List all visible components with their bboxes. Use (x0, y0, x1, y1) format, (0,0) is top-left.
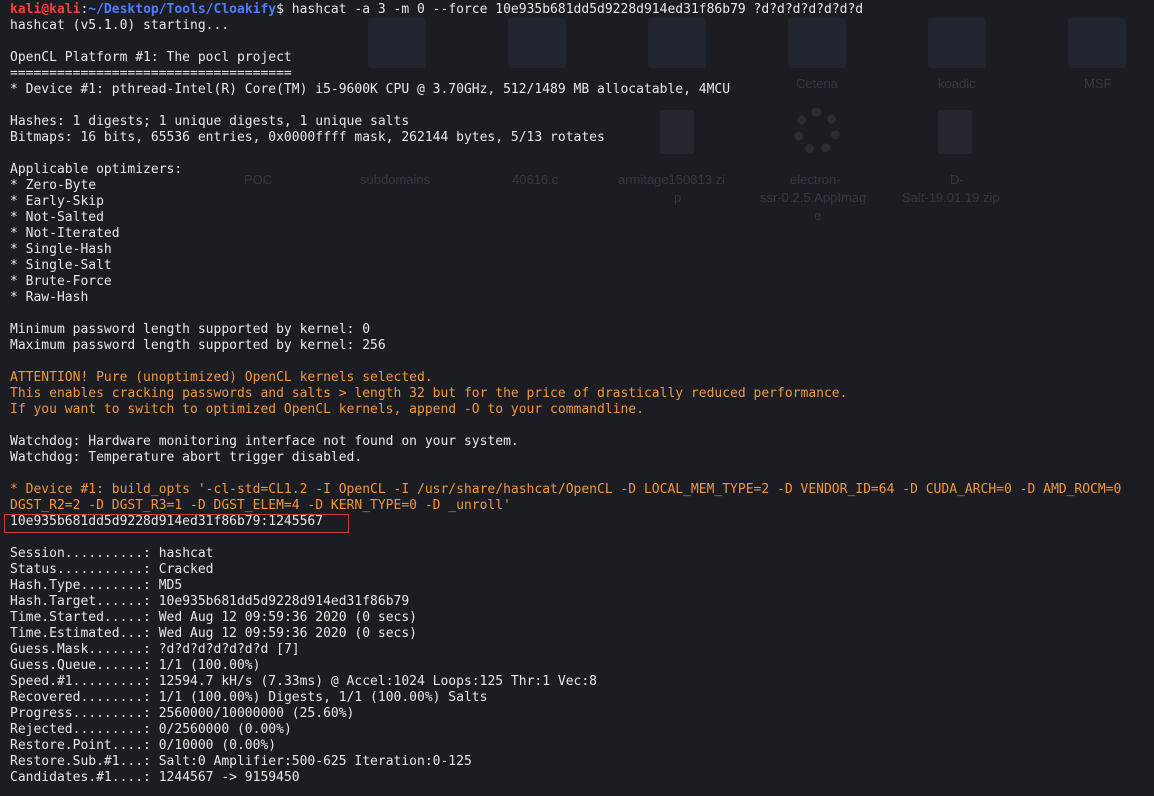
command-prompt-line: kali@kali:~/Desktop/Tools/Cloakify$ hash… (10, 2, 1152, 18)
status-key: Session..........: (10, 546, 159, 561)
status-key: Hash.Target......: (10, 594, 159, 609)
status-value: 2560000/10000000 (25.60%) (158, 706, 355, 721)
status-row: Rejected.........: 0/2560000 (0.00%) (10, 722, 1152, 738)
status-value: Cracked (158, 562, 214, 577)
status-value: 0/2560000 (0.00%) (158, 722, 292, 737)
status-row: Restore.Point....: 0/10000 (0.00%) (10, 738, 1152, 754)
output-line-start: hashcat (v5.1.0) starting... (10, 18, 230, 33)
optimizer-item: * Not-Salted (10, 210, 104, 225)
status-row: Time.Started.....: Wed Aug 12 09:59:36 2… (10, 610, 1152, 626)
output-line-hashes: Hashes: 1 digests; 1 unique digests, 1 u… (10, 114, 410, 129)
status-row: Hash.Type........: MD5 (10, 578, 1152, 594)
terminal-window[interactable]: Cetena koadic MSF POC subdomains 40616.c… (0, 0, 1154, 796)
optimizer-item: * Brute-Force (10, 274, 112, 289)
build-opts-line: DGST_R2=2 -D DGST_R3=1 -D DGST_ELEM=4 -D… (10, 498, 511, 513)
optimizer-item: * Early-Skip (10, 194, 104, 209)
output-line-rule: ==================================== (10, 66, 292, 81)
status-key: Guess.Mask.......: (10, 642, 159, 657)
output-line-device: * Device #1: pthread-Intel(R) Core(TM) i… (10, 82, 731, 97)
warning-line: ATTENTION! Pure (unoptimized) OpenCL ker… (10, 370, 433, 385)
optimizer-item: * Raw-Hash (10, 290, 89, 305)
status-key: Guess.Queue......: (10, 658, 159, 673)
status-value: Salt:0 Amplifier:500-625 Iteration:0-125 (158, 754, 472, 769)
status-key: Time.Started.....: (10, 610, 159, 625)
prompt-user-host: kali@kali (10, 2, 81, 17)
output-line-max-length: Maximum password length supported by ker… (10, 338, 386, 353)
status-row: Time.Estimated...: Wed Aug 12 09:59:36 2… (10, 626, 1152, 642)
status-key: Restore.Point....: (10, 738, 159, 753)
status-value: ?d?d?d?d?d?d?d [7] (158, 642, 300, 657)
warning-line: This enables cracking passwords and salt… (10, 386, 848, 401)
status-key: Restore.Sub.#1...: (10, 754, 159, 769)
status-key: Status...........: (10, 562, 159, 577)
status-row: Candidates.#1....: 1244567 -> 9159450 (10, 770, 1152, 786)
output-line-watchdog: Watchdog: Temperature abort trigger disa… (10, 450, 363, 465)
status-value: 1244567 -> 9159450 (158, 770, 300, 785)
status-key: Time.Estimated...: (10, 626, 159, 641)
status-row: Guess.Mask.......: ?d?d?d?d?d?d?d [7] (10, 642, 1152, 658)
status-key: Progress.........: (10, 706, 159, 721)
output-line-platform: OpenCL Platform #1: The pocl project (10, 50, 292, 65)
status-row: Guess.Queue......: 1/1 (100.00%) (10, 658, 1152, 674)
output-line-bitmaps: Bitmaps: 16 bits, 65536 entries, 0x0000f… (10, 130, 605, 145)
status-row: Recovered........: 1/1 (100.00%) Digests… (10, 690, 1152, 706)
output-line-watchdog: Watchdog: Hardware monitoring interface … (10, 434, 519, 449)
output-line-min-length: Minimum password length supported by ker… (10, 322, 371, 337)
command-text: hashcat -a 3 -m 0 --force 10e935b681dd5d… (283, 2, 864, 17)
status-key: Hash.Type........: (10, 578, 159, 593)
status-key: Candidates.#1....: (10, 770, 159, 785)
status-row: Restore.Sub.#1...: Salt:0 Amplifier:500-… (10, 754, 1152, 770)
status-block: Session..........: hashcat Status........… (10, 546, 1152, 786)
status-value: hashcat (158, 546, 214, 561)
status-value: Wed Aug 12 09:59:36 2020 (0 secs) (158, 626, 417, 641)
status-row: Session..........: hashcat (10, 546, 1152, 562)
optimizer-item: * Zero-Byte (10, 178, 97, 193)
prompt-dollar: $ (276, 2, 284, 17)
status-value: 1/1 (100.00%) Digests, 1/1 (100.00%) Sal… (158, 690, 488, 705)
optimizer-item: * Single-Salt (10, 258, 112, 273)
status-value: 10e935b681dd5d9228d914ed31f86b79 (158, 594, 410, 609)
status-key: Speed.#1.........: (10, 674, 159, 689)
status-key: Recovered........: (10, 690, 159, 705)
build-opts-line: * Device #1: build_opts '-cl-std=CL1.2 -… (10, 482, 1122, 497)
optimizer-item: * Not-Iterated (10, 226, 120, 241)
status-row: Progress.........: 2560000/10000000 (25.… (10, 706, 1152, 722)
terminal-output: kali@kali:~/Desktop/Tools/Cloakify$ hash… (10, 2, 1152, 786)
status-row: Hash.Target......: 10e935b681dd5d9228d91… (10, 594, 1152, 610)
status-value: 0/10000 (0.00%) (158, 738, 277, 753)
warning-line: If you want to switch to optimized OpenC… (10, 402, 644, 417)
prompt-path: ~/Desktop/Tools/Cloakify (88, 2, 277, 17)
output-line-optimizers-header: Applicable optimizers: (10, 162, 183, 177)
cracked-result-highlight (4, 514, 349, 533)
status-key: Rejected.........: (10, 722, 159, 737)
status-row: Status...........: Cracked (10, 562, 1152, 578)
status-value: Wed Aug 12 09:59:36 2020 (0 secs) (158, 610, 417, 625)
status-row: Speed.#1.........: 12594.7 kH/s (7.33ms)… (10, 674, 1152, 690)
status-value: 12594.7 kH/s (7.33ms) @ Accel:1024 Loops… (158, 674, 598, 689)
optimizer-item: * Single-Hash (10, 242, 112, 257)
status-value: MD5 (158, 578, 183, 593)
status-value: 1/1 (100.00%) (158, 658, 261, 673)
